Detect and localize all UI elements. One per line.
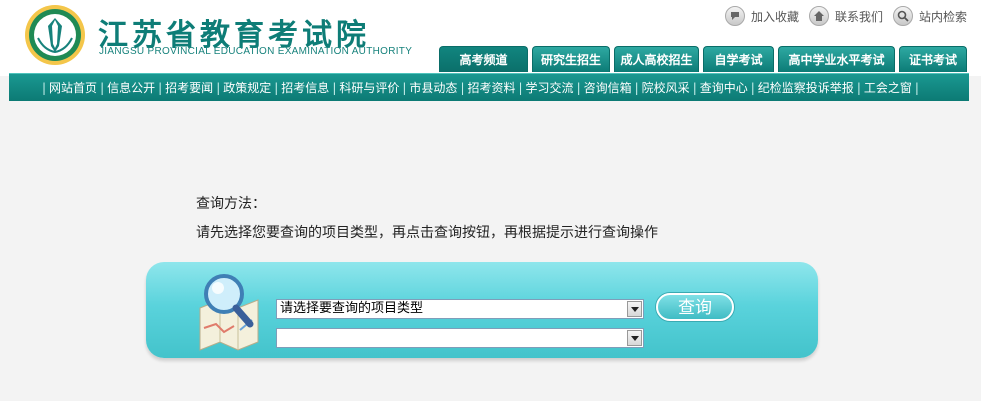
nav-item-home[interactable]: 网站首页 — [49, 79, 97, 96]
home-icon — [808, 6, 829, 26]
query-button[interactable]: 查询 — [656, 293, 734, 321]
site-logo-icon[interactable] — [24, 4, 86, 66]
tab-gaokao[interactable]: 高考频道 — [439, 46, 528, 72]
nav-item-policy[interactable]: 政策规定 — [223, 79, 271, 96]
site-search-label: 站内检索 — [918, 9, 967, 24]
bookmark-icon — [724, 6, 745, 26]
nav-item-colleges[interactable]: 院校风采 — [642, 79, 690, 96]
tab-graduate[interactable]: 研究生招生 — [532, 46, 610, 72]
nav-item-exchange[interactable]: 学习交流 — [526, 79, 574, 96]
nav-item-materials[interactable]: 招考资料 — [467, 79, 515, 96]
nav-item-mailbox[interactable]: 咨询信箱 — [584, 79, 632, 96]
nav-item-query-center[interactable]: 查询中心 — [700, 79, 748, 96]
nav-item-research[interactable]: 科研与评价 — [339, 79, 399, 96]
tab-self-study[interactable]: 自学考试 — [703, 46, 774, 72]
nav-list: | 网站首页 | 信息公开 | 招考要闻 | 政策规定 | 招考信息 | 科研与评价 | 市县… — [42, 79, 919, 96]
nav-item-info-disclosure[interactable]: 信息公开 — [107, 79, 155, 96]
site-subtitle: JIANGSU PROVINCIAL EDUCATION EXAMINATION… — [99, 46, 413, 57]
tab-certificate[interactable]: 证书考试 — [899, 46, 967, 72]
query-method-description: 请先选择您要查询的项目类型，再点击查询按钮，再根据提示进行查询操作 — [196, 225, 658, 241]
nav-item-news[interactable]: 招考要闻 — [165, 79, 213, 96]
search-icon — [892, 6, 913, 26]
query-type-select-value: 请选择要查询的项目类型 — [280, 301, 424, 316]
site-header: 江苏省教育考试院 JIANGSU PROVINCIAL EDUCATION EX… — [0, 0, 981, 76]
query-subtype-select[interactable] — [276, 328, 644, 348]
query-panel: 请选择要查询的项目类型 查询 — [146, 262, 818, 358]
tab-adult-college[interactable]: 成人高校招生 — [614, 46, 699, 72]
map-search-icon — [199, 274, 259, 351]
nav-item-city-news[interactable]: 市县动态 — [409, 79, 457, 96]
nav-item-union[interactable]: 工会之窗 — [864, 79, 912, 96]
chevron-down-icon[interactable] — [627, 330, 642, 346]
top-links: 加入收藏 联系我们 站内检索 — [724, 6, 967, 26]
contact-us-label: 联系我们 — [834, 9, 883, 24]
add-bookmark-link[interactable]: 加入收藏 — [724, 6, 799, 26]
tab-high-school-level[interactable]: 高中学业水平考试 — [778, 46, 895, 72]
query-method-title: 查询方法： — [196, 196, 266, 212]
add-bookmark-label: 加入收藏 — [750, 9, 799, 24]
nav-item-exam-info[interactable]: 招考信息 — [281, 79, 329, 96]
channel-tabs: 高考频道 研究生招生 成人高校招生 自学考试 高中学业水平考试 证书考试 — [439, 46, 967, 72]
query-type-select[interactable]: 请选择要查询的项目类型 — [276, 299, 644, 319]
chevron-down-icon[interactable] — [627, 301, 642, 317]
site-search-link[interactable]: 站内检索 — [892, 6, 967, 26]
main-nav: | 网站首页 | 信息公开 | 招考要闻 | 政策规定 | 招考信息 | 科研与评价 | 市县… — [9, 73, 969, 101]
nav-item-complaints[interactable]: 纪检监察投诉举报 — [758, 79, 854, 96]
contact-us-link[interactable]: 联系我们 — [808, 6, 883, 26]
